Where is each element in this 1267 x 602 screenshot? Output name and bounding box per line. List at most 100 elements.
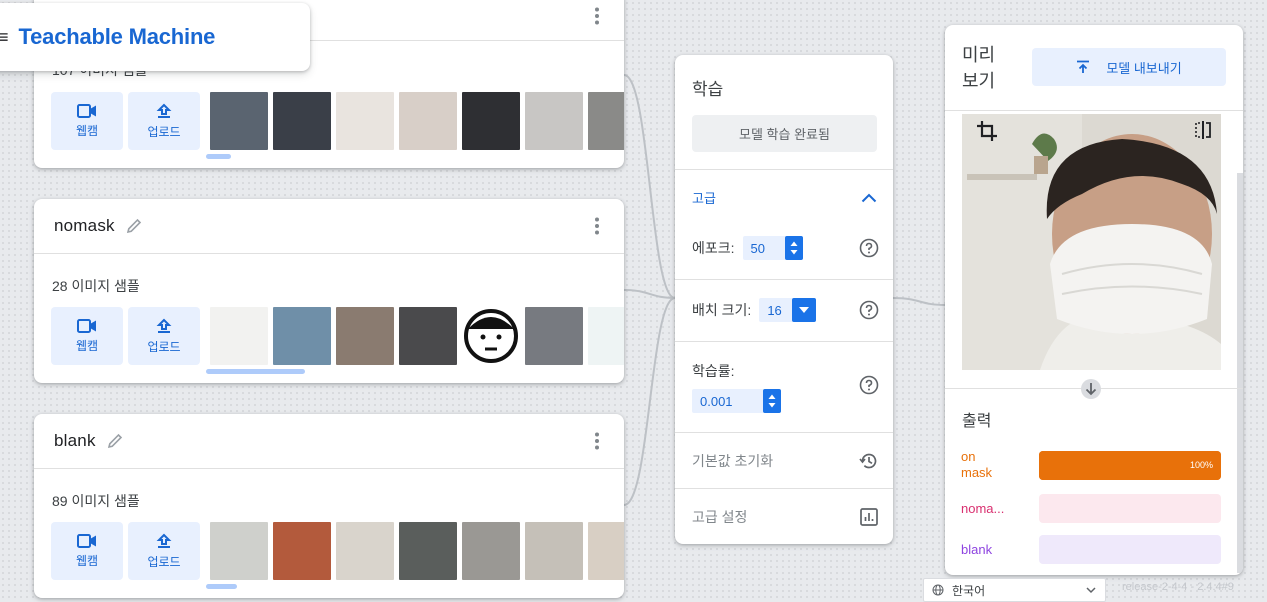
sample-thumbnail[interactable]: [210, 92, 268, 150]
webcam-label: 웹캠: [75, 338, 99, 353]
webcam-button[interactable]: 웹캠: [51, 92, 123, 150]
more-options-icon[interactable]: [594, 217, 600, 235]
train-model-button[interactable]: 모델 학습 완료됨: [692, 115, 877, 152]
reset-defaults-row[interactable]: 기본값 초기화: [692, 451, 879, 471]
help-icon[interactable]: [859, 300, 879, 320]
class-name[interactable]: blank: [54, 431, 96, 451]
sample-row: 웹캠 업로드: [51, 92, 624, 150]
thumbnail-scrollbar[interactable]: [206, 154, 231, 159]
sample-thumbnail[interactable]: [336, 92, 394, 150]
sample-thumbnail[interactable]: [399, 92, 457, 150]
sample-thumbnail[interactable]: [399, 522, 457, 580]
sample-thumbnail[interactable]: [462, 522, 520, 580]
sample-thumbnail[interactable]: [588, 92, 624, 150]
upload-button[interactable]: 업로드: [128, 307, 200, 365]
webcam-button[interactable]: 웹캠: [51, 307, 123, 365]
sample-thumbnail[interactable]: [336, 307, 394, 365]
learning-rate-input[interactable]: 0.001: [692, 389, 781, 413]
advanced-label: 고급: [692, 191, 716, 206]
thumbnail-scrollbar[interactable]: [206, 584, 237, 589]
epochs-value[interactable]: 50: [743, 241, 785, 256]
learning-rate-label: 학습률:: [692, 363, 735, 379]
upload-label: 업로드: [147, 554, 181, 569]
more-options-icon[interactable]: [594, 7, 600, 25]
advanced-settings-row[interactable]: 고급 설정: [692, 507, 879, 527]
class-header: blank: [34, 414, 624, 469]
sample-thumbnail[interactable]: [399, 307, 457, 365]
sample-thumbnail[interactable]: [525, 522, 583, 580]
sample-thumbnail[interactable]: [462, 92, 520, 150]
sample-thumbnail[interactable]: [588, 307, 624, 365]
sample-thumbnail[interactable]: [273, 522, 331, 580]
sample-thumbnail[interactable]: [336, 522, 394, 580]
sample-thumbnail[interactable]: [588, 522, 624, 580]
sample-thumbnail[interactable]: [210, 522, 268, 580]
upload-button[interactable]: 업로드: [128, 92, 200, 150]
chevron-down-icon: [1086, 587, 1096, 594]
arrow-down-circle-icon[interactable]: [1080, 378, 1102, 400]
advanced-toggle[interactable]: 고급: [692, 188, 877, 207]
sample-thumbnail[interactable]: [525, 92, 583, 150]
class-card-nomask: nomask 28 이미지 샘플 웹캠 업로드: [34, 199, 624, 383]
help-icon[interactable]: [859, 238, 879, 258]
history-icon[interactable]: [859, 451, 879, 471]
edit-pencil-icon[interactable]: [106, 432, 124, 450]
webcam-label: 웹캠: [75, 553, 99, 568]
webcam-frame-image: [962, 114, 1221, 370]
preview-title: 미리 보기: [962, 45, 996, 91]
crop-icon[interactable]: [976, 120, 998, 142]
sample-thumbnail[interactable]: [210, 307, 268, 365]
upload-icon: [156, 103, 172, 118]
epochs-input[interactable]: 50: [742, 236, 803, 260]
output-label: noma...: [961, 500, 1005, 516]
upload-label: 업로드: [147, 339, 181, 354]
edit-pencil-icon[interactable]: [125, 217, 143, 235]
menu-icon[interactable]: ≡: [0, 27, 9, 48]
sample-row: 웹캠 업로드: [51, 307, 624, 365]
confidence-bar: [1039, 494, 1221, 523]
upload-icon: [1077, 60, 1090, 73]
sample-thumbnail[interactable]: [462, 307, 520, 365]
help-icon[interactable]: [859, 375, 879, 395]
thumbnail-scrollbar[interactable]: [206, 369, 305, 374]
release-version: release-2-4-4 - 2.4.4#9: [1122, 581, 1234, 593]
batch-size-value[interactable]: 16: [759, 303, 791, 318]
divider: [675, 279, 893, 280]
reset-defaults-label: 기본값 초기화: [692, 453, 774, 469]
more-options-icon[interactable]: [594, 432, 600, 450]
flip-icon[interactable]: [1193, 120, 1213, 140]
output-title: 출력: [962, 413, 992, 430]
batch-size-row: 배치 크기: 16: [692, 298, 879, 322]
preview-card: 미리 보기 모델 내보내기 출력 on mask 100% noma... bl…: [945, 25, 1243, 575]
app-title[interactable]: Teachable Machine: [19, 24, 216, 50]
webcam-button[interactable]: 웹캠: [51, 522, 123, 580]
learning-rate-value[interactable]: 0.001: [692, 394, 763, 409]
export-model-button[interactable]: 모델 내보내기: [1032, 48, 1226, 86]
globe-icon: [932, 584, 944, 596]
confidence-bar: 100%: [1039, 450, 1221, 480]
confidence-percent: 100%: [1189, 460, 1213, 470]
webcam-preview: [962, 114, 1221, 370]
export-model-label: 모델 내보내기: [1106, 60, 1182, 76]
spinner-arrows-icon[interactable]: [762, 389, 781, 413]
language-select[interactable]: 한국어: [923, 578, 1106, 602]
spinner-arrows-icon[interactable]: [785, 236, 803, 260]
dropdown-arrow-icon[interactable]: [791, 298, 816, 322]
sample-thumbnail[interactable]: [273, 92, 331, 150]
output-label: blank: [961, 541, 993, 557]
divider: [675, 488, 893, 489]
divider: [945, 110, 1243, 111]
chevron-up-icon[interactable]: [861, 193, 877, 203]
class-name[interactable]: nomask: [54, 216, 115, 236]
bar-chart-icon[interactable]: [859, 507, 879, 527]
upload-icon: [156, 318, 172, 333]
batch-size-select[interactable]: 16: [759, 298, 816, 322]
output-label: on mask: [961, 449, 993, 480]
divider: [675, 432, 893, 433]
webcam-label: 웹캠: [75, 123, 99, 138]
cartoon-face-icon: [464, 309, 518, 363]
sample-thumbnail[interactable]: [273, 307, 331, 365]
upload-button[interactable]: 업로드: [128, 522, 200, 580]
preview-scrollbar[interactable]: [1237, 173, 1243, 573]
sample-thumbnail[interactable]: [525, 307, 583, 365]
